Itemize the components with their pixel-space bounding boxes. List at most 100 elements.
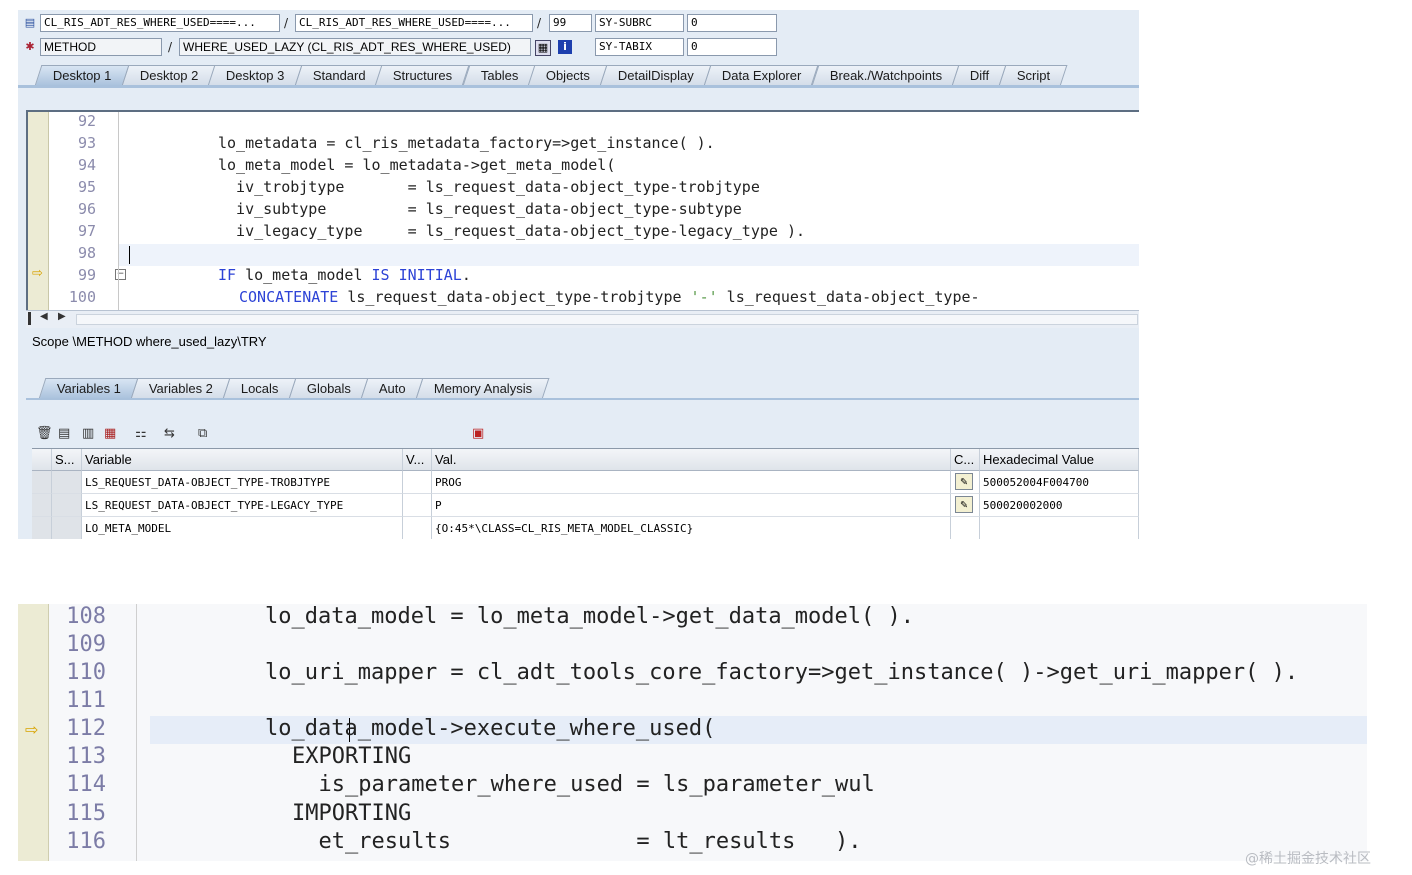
delete-icon[interactable]: 🗑 xyxy=(36,427,53,441)
edit-pencil-icon[interactable]: ✎ xyxy=(955,473,973,490)
save-variables-icon[interactable]: ▥ xyxy=(82,427,96,441)
separator: / xyxy=(168,40,173,54)
code-line: iv_subtype = ls_request_data-object_type… xyxy=(218,200,742,218)
current-line-highlight xyxy=(119,244,1139,266)
tab-breakpoints[interactable]: Break./Watchpoints xyxy=(811,65,960,86)
column-header-v[interactable]: V... xyxy=(403,449,432,471)
tab-variables-1[interactable]: Variables 1 xyxy=(38,378,139,399)
text-cursor xyxy=(129,246,130,264)
tab-structures[interactable]: Structures xyxy=(374,65,471,86)
keyword: EXPORTING xyxy=(292,744,412,769)
code-line: lo_data_model = lo_meta_model->get_data_… xyxy=(265,604,915,629)
value-cell[interactable]: PROG xyxy=(432,471,951,494)
row-selector[interactable] xyxy=(32,517,52,539)
sysvar-name-field-1[interactable]: SY-SUBRC xyxy=(595,14,684,32)
line-number: 113 xyxy=(66,744,106,769)
line-number: 95 xyxy=(77,178,96,196)
tab-desktop-1[interactable]: Desktop 1 xyxy=(34,65,129,86)
current-statement-arrow-icon: ⇨ xyxy=(25,720,39,739)
sysvar-name-field-2[interactable]: SY-TABIX xyxy=(595,38,684,56)
row-selector[interactable] xyxy=(32,494,52,517)
column-header-change[interactable]: C... xyxy=(951,449,980,471)
variable-cell[interactable]: LO_META_MODEL xyxy=(82,517,403,539)
tab-locals[interactable]: Locals xyxy=(222,378,297,399)
collapse-block-icon[interactable]: − xyxy=(115,269,126,280)
line-number: 114 xyxy=(66,772,106,797)
hex-cell[interactable]: 500052004F004700 xyxy=(980,471,1139,494)
line-number: 110 xyxy=(66,660,106,685)
watermark: @稀土掘金技术社区 xyxy=(1245,851,1371,867)
line-number: 112 xyxy=(66,716,106,741)
display-source-icon[interactable]: ▦ xyxy=(535,40,551,56)
tab-variables-2[interactable]: Variables 2 xyxy=(130,378,231,399)
delete-all-icon[interactable]: ▦ xyxy=(104,427,118,441)
tab-detaildisplay[interactable]: DetailDisplay xyxy=(599,65,712,86)
include-field[interactable]: CL_RIS_ADT_RES_WHERE_USED====... xyxy=(295,14,533,32)
scroll-right-icon[interactable]: ▶ xyxy=(58,311,66,322)
variable-cell[interactable]: LS_REQUEST_DATA-OBJECT_TYPE-TROBJTYPE xyxy=(82,471,403,494)
scroll-thumb[interactable] xyxy=(76,314,1138,325)
variable-cell[interactable]: LS_REQUEST_DATA-OBJECT_TYPE-LEGACY_TYPE xyxy=(82,494,403,517)
value-cell[interactable]: {O:45*\CLASS=CL_RIS_META_MODEL_CLASSIC} xyxy=(432,517,951,539)
horizontal-scrollbar[interactable]: ◀ ▶ xyxy=(26,310,1139,328)
tab-memory-analysis[interactable]: Memory Analysis xyxy=(415,378,550,399)
code-text: . xyxy=(461,266,471,284)
sysvar-value-field-1[interactable]: 0 xyxy=(687,14,777,32)
hex-cell[interactable]: 500020002000 xyxy=(980,494,1139,517)
keyword: IMPORTING xyxy=(292,801,412,826)
variable-tabstrip: Variables 1 Variables 2 Locals Globals A… xyxy=(38,378,550,399)
line-number-field[interactable]: 99 xyxy=(549,14,592,32)
sysvar-value-field-2[interactable]: 0 xyxy=(687,38,777,56)
transfer-icon[interactable]: ⇆ xyxy=(164,427,178,441)
tab-data-explorer[interactable]: Data Explorer xyxy=(703,65,820,86)
edit-pencil-icon[interactable]: ✎ xyxy=(955,496,973,513)
row-selector-header[interactable] xyxy=(32,449,52,471)
tab-desktop-3[interactable]: Desktop 3 xyxy=(207,65,303,86)
tab-desktop-2[interactable]: Desktop 2 xyxy=(121,65,216,86)
scroll-left-icon[interactable]: ◀ xyxy=(40,311,48,322)
separator: / xyxy=(537,16,542,30)
code-line: iv_trobjtype = ls_request_data-object_ty… xyxy=(218,178,760,196)
column-header-hex[interactable]: Hexadecimal Value xyxy=(980,449,1139,471)
info-icon[interactable]: i xyxy=(558,40,572,54)
column-header-variable[interactable]: Variable xyxy=(82,449,403,471)
variables-table: S... Variable V... Val. C... Hexadecimal… xyxy=(32,448,1139,539)
load-variables-icon[interactable]: ▤ xyxy=(58,427,72,441)
line-number: 98 xyxy=(77,244,96,262)
tab-tables[interactable]: Tables xyxy=(462,65,536,86)
event-type-field[interactable]: METHOD xyxy=(40,38,162,56)
code-text: ls_request_data-object_type- xyxy=(717,288,980,306)
line-number: 99 xyxy=(77,266,96,284)
tab-script[interactable]: Script xyxy=(998,65,1068,86)
v-cell xyxy=(403,471,432,494)
column-header-value[interactable]: Val. xyxy=(432,449,951,471)
code-text: lo_meta_model xyxy=(236,266,372,284)
tabstrip-underline xyxy=(18,85,1139,88)
breakpoint-gutter[interactable] xyxy=(28,112,49,328)
tab-standard[interactable]: Standard xyxy=(294,65,383,86)
column-header-status[interactable]: S... xyxy=(52,449,82,471)
tab-auto[interactable]: Auto xyxy=(360,378,423,399)
line-number: 92 xyxy=(77,112,96,130)
keyword: IS INITIAL xyxy=(371,266,462,284)
program-icon: ▤ xyxy=(24,16,36,29)
event-field[interactable]: WHERE_USED_LAZY (CL_RIS_ADT_RES_WHERE_US… xyxy=(179,38,531,56)
code-line: lo_data_model->execute_where_used( xyxy=(265,716,716,741)
tab-objects[interactable]: Objects xyxy=(527,65,608,86)
line-number: 108 xyxy=(66,604,106,629)
hierarchy-icon[interactable]: ⚏ xyxy=(135,427,149,441)
keyword: CONCATENATE xyxy=(239,288,339,306)
value-cell[interactable]: P xyxy=(432,494,951,517)
status-cell xyxy=(52,517,82,539)
code-line: CONCATENATE ls_request_data-object_type-… xyxy=(239,288,980,306)
status-cell xyxy=(52,471,82,494)
program-field[interactable]: CL_RIS_ADT_RES_WHERE_USED====... xyxy=(40,14,280,32)
save-icon[interactable]: ▣ xyxy=(472,427,486,441)
source-code-editor[interactable]: ⇨ − 92 93 94 95 96 97 98 99 100 lo_metad… xyxy=(26,110,1139,328)
hex-cell[interactable] xyxy=(980,517,1139,539)
tab-globals[interactable]: Globals xyxy=(288,378,369,399)
change-cell xyxy=(951,517,980,539)
line-number: 115 xyxy=(66,801,106,826)
row-selector[interactable] xyxy=(32,471,52,494)
export-icon[interactable]: ⧉ xyxy=(198,427,212,441)
